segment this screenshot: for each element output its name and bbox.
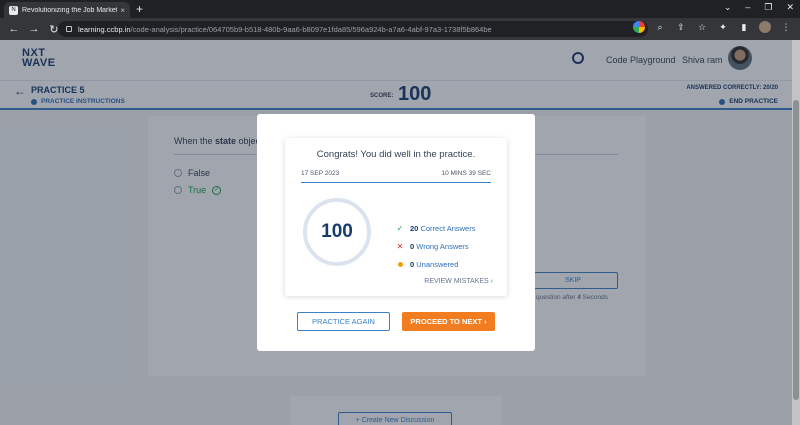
scrollbar[interactable] <box>792 40 800 425</box>
profile-icon[interactable] <box>759 21 771 33</box>
browser-tab-strip: N Revolutionizing the Job Market | × + ⌄… <box>0 0 800 18</box>
chevron-down-icon[interactable]: ⌄ <box>724 2 732 13</box>
check-icon: ✓ <box>396 224 404 233</box>
zoom-icon[interactable]: ⌕ <box>654 21 666 33</box>
browser-tab[interactable]: N Revolutionizing the Job Market | × <box>4 2 130 18</box>
scroll-thumb[interactable] <box>793 100 799 400</box>
google-icon[interactable] <box>633 21 645 33</box>
correct-answers-stat: ✓ 20 Correct Answers <box>396 224 476 233</box>
back-icon[interactable]: ← <box>8 23 20 35</box>
unanswered-stat: 0 Unanswered <box>396 260 458 269</box>
toolbar-actions: ⌕ ⇪ ☆ ✦ ▮ ⋮ <box>633 21 792 33</box>
browser-tab-title: Revolutionizing the Job Market | <box>22 6 118 14</box>
proceed-to-next-button[interactable]: PROCEED TO NEXT › <box>402 312 495 331</box>
menu-icon[interactable]: ⋮ <box>780 21 792 33</box>
url-text: learning.ccbp.in/code-analysis/practice/… <box>78 24 492 34</box>
divider <box>301 182 491 183</box>
share-icon[interactable]: ⇪ <box>675 21 687 33</box>
window-controls: ⌄ – ❐ ✕ <box>724 2 794 13</box>
forward-icon[interactable]: → <box>28 23 40 35</box>
cross-icon: ✕ <box>396 242 404 251</box>
practice-again-button[interactable]: PRACTICE AGAIN <box>297 312 390 331</box>
chevron-right-icon: › <box>490 278 493 285</box>
star-icon[interactable]: ☆ <box>696 21 708 33</box>
extensions-icon[interactable]: ✦ <box>717 21 729 33</box>
lock-icon <box>66 26 72 32</box>
maximize-icon[interactable]: ❐ <box>764 2 772 13</box>
review-mistakes-link[interactable]: REVIEW MISTAKES › <box>424 278 493 285</box>
practice-date: 17 SEP 2023 <box>301 170 340 177</box>
address-bar[interactable]: learning.ccbp.in/code-analysis/practice/… <box>58 21 648 37</box>
site-favicon-icon: N <box>9 5 18 15</box>
wrong-answers-stat: ✕ 0 Wrong Answers <box>396 242 469 251</box>
new-tab-icon[interactable]: + <box>136 2 143 16</box>
close-window-icon[interactable]: ✕ <box>786 2 794 13</box>
side-panel-icon[interactable]: ▮ <box>738 21 750 33</box>
chevron-right-icon: › <box>484 317 487 326</box>
result-card: Congrats! You did well in the practice. … <box>285 138 507 296</box>
result-modal: Congrats! You did well in the practice. … <box>257 114 535 351</box>
congrats-message: Congrats! You did well in the practice. <box>316 149 476 160</box>
dot-icon <box>397 262 403 267</box>
tab-close-icon[interactable]: × <box>120 6 125 15</box>
browser-toolbar: ← → ↻ learning.ccbp.in/code-analysis/pra… <box>0 18 800 40</box>
minimize-icon[interactable]: – <box>745 2 750 13</box>
score-ring: 100 <box>303 198 371 266</box>
practice-duration: 10 MINS 39 SEC <box>441 170 492 177</box>
